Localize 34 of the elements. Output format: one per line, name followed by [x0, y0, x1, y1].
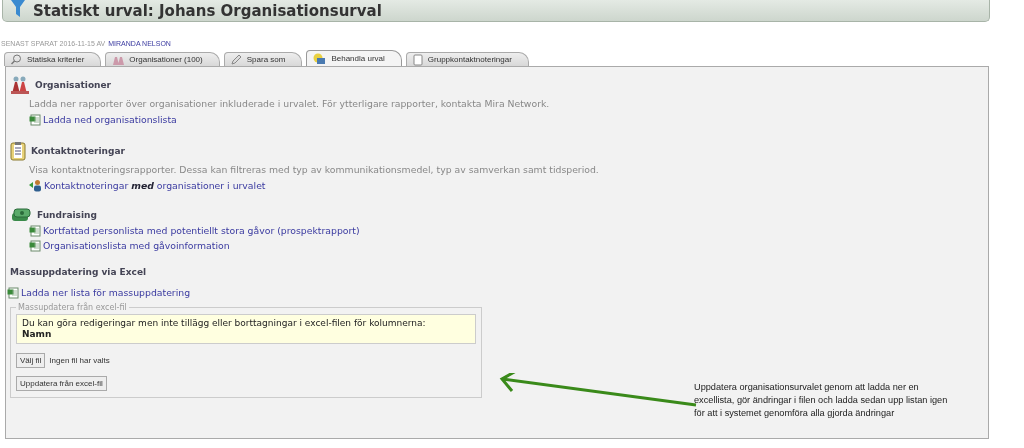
- report-link[interactable]: Organisationslista med gåvoinformation: [29, 238, 230, 253]
- tab[interactable]: Statiska kriterier: [4, 52, 102, 66]
- search-icon: [11, 54, 22, 65]
- tab[interactable]: Spara som: [223, 52, 303, 66]
- spreadsheet-icon: [29, 113, 41, 126]
- choose-file-button[interactable]: Välj fil: [16, 353, 46, 368]
- organization-icon: [10, 75, 30, 95]
- section-description: Visa kontaktnoteringsrapporter. Dessa kan filtreras med typ av kommunikationsmedel, typ av samverkan samt tidsperiod.: [29, 164, 600, 176]
- person-icon: [29, 179, 42, 192]
- file-status: Ingen fil har valts: [49, 356, 110, 365]
- update-button[interactable]: Uppdatera från excel-fil: [16, 376, 107, 391]
- spreadsheet-icon: [29, 224, 41, 237]
- report-link[interactable]: Kontaktnoteringar med organisationer i urvalet: [29, 178, 266, 193]
- info-notice: Du kan göra redigeringar men inte tillägg eller borttagningar i excel-filen för kolumnerna: Namn: [16, 314, 476, 344]
- spreadsheet-icon: [7, 286, 19, 299]
- section-heading: Massuppdatering via Excel: [10, 267, 148, 277]
- report-link[interactable]: Kortfattad personlista med potentiellt stora gåvor (prospektrapport): [29, 223, 360, 238]
- spreadsheet-icon: [29, 239, 41, 252]
- fieldset-legend: Massupdatera från excel-fil: [16, 303, 129, 312]
- buildings-icon: [112, 54, 125, 65]
- report-link[interactable]: Ladda ned organisationslista: [29, 112, 177, 127]
- section-heading: Kontaktnoteringar: [31, 146, 125, 156]
- download-link[interactable]: Ladda ner lista för massuppdatering: [7, 285, 191, 300]
- tab[interactable]: Organisationer (100): [105, 52, 220, 66]
- funnel-icon: [11, 0, 25, 17]
- clipboard-icon: [10, 141, 26, 161]
- annotation-text: Uppdatera organisationsurvalet genom att ladda ner en excellista, gör ändringar i filen och ladda sedan upp listan igen för att i systemet genomföra alla gjorda ändringar: [694, 381, 949, 420]
- tab[interactable]: Gruppkontaktnoteringar: [405, 52, 529, 66]
- page-title: Statiskt urval: Johans Organisationsurval: [33, 1, 382, 20]
- tab[interactable]: Behandla urval: [306, 50, 402, 66]
- money-icon: [10, 207, 32, 223]
- section-heading: Fundraising: [37, 210, 97, 220]
- section-heading: Organisationer: [35, 80, 112, 90]
- clipboard-icon: [412, 53, 423, 66]
